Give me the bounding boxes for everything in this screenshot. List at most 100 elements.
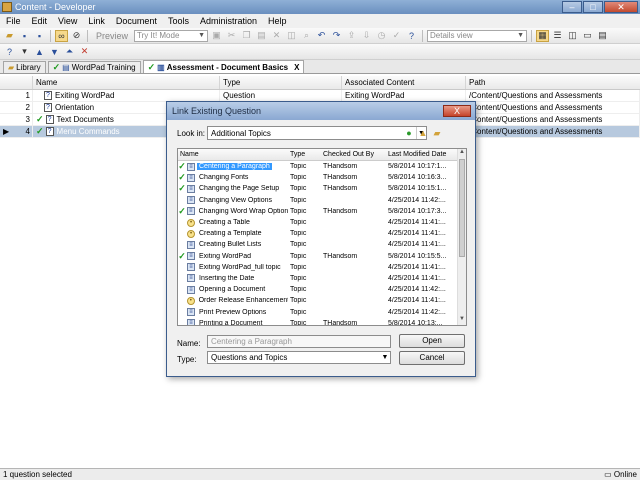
maximize-button[interactable]: □ [583,1,603,13]
menu-help[interactable]: Help [268,16,287,26]
type-cell: Topic [290,230,307,238]
col-header-checked-out-by[interactable]: Checked Out By [321,149,386,160]
lightbulb-icon: • [187,218,195,227]
menu-administration[interactable]: Administration [200,16,257,26]
spell-icon[interactable]: ✓ [390,30,403,42]
properties-icon[interactable]: ◫ [285,30,298,42]
status-text: 1 question selected [3,470,72,479]
checkout-icon[interactable]: ⇩ [360,30,373,42]
list-item[interactable]: ≡ Print Preview Options Topic 4/25/2014 11:… [178,306,466,317]
list-item[interactable]: • Creating a Table Topic 4/25/2014 11:41:..… [178,217,466,228]
help-icon[interactable]: ? [405,30,418,42]
window-icon[interactable]: ▭ [581,30,594,42]
dropdown-arrow-icon[interactable]: ▾ [18,46,31,58]
dialog-close-button[interactable]: X [443,105,471,117]
status-cell: ✓ [178,183,186,194]
copy-icon[interactable]: ❐ [240,30,253,42]
view-combo[interactable]: Details view ▼ [427,29,528,42]
last-modified-cell: 4/25/2014 11:41:... [388,263,446,271]
open-button[interactable]: Open [399,334,465,348]
status-cell: ✓ [178,172,186,183]
topic-icon: ≡ [187,308,195,317]
paste-icon[interactable]: ▤ [255,30,268,42]
new-folder-icon[interactable]: ▰ [432,128,442,138]
cut-icon[interactable]: ✂ [225,30,238,42]
main-toolbar: ▰ ▪ ▪ ∞ ⊘ Preview Try It! Mode ▼ ▣ ✂ ❐ ▤… [0,28,640,44]
scroll-up-icon[interactable]: ▲ [458,149,466,158]
delete-icon[interactable]: ✕ [270,30,283,42]
list-item[interactable]: • Creating a Template Topic 4/25/2014 11:41… [178,228,466,239]
topic-list-scrollbar[interactable]: ▲ ▼ [457,149,466,325]
row-number-cell[interactable]: 1 [0,90,33,101]
mode-combo[interactable]: Try It! Mode ▼ [134,29,209,42]
tab-library[interactable]: ▰ Library [3,61,46,73]
row-number-cell[interactable]: 2 [0,102,33,113]
up-folder-icon[interactable]: ▲ [418,128,428,138]
tab-wordpad-training[interactable]: ✓ ▤ WordPad Training [47,61,141,73]
menu-document[interactable]: Document [116,16,157,26]
list-item[interactable]: ≡ Exiting WordPad_full topic Topic 4/25/201… [178,262,466,273]
toolbar-separator [87,29,88,42]
name-input[interactable]: Centering a Paragraph [207,335,391,348]
unlink-icon[interactable]: ⊘ [70,30,83,42]
menu-tools[interactable]: Tools [168,16,189,26]
list-view-icon[interactable]: ☰ [551,30,564,42]
checked-out-by-cell: THandsom [323,252,358,260]
back-icon[interactable]: ● [404,128,414,138]
history-icon[interactable]: ◷ [375,30,388,42]
list-item[interactable]: ≡ Printing a Document Topic THandsom 5/8/201… [178,318,466,325]
col-header-type[interactable]: Type [288,149,321,160]
scroll-down-icon[interactable]: ▼ [458,316,466,325]
insert-question-icon[interactable]: ? [3,46,16,58]
col-header-name[interactable]: Name [33,76,220,89]
tab-assessment-document-basics[interactable]: ✓ ▥ Assessment - Document Basics X [142,60,305,73]
save-icon[interactable]: ▪ [18,30,31,42]
col-header-last-modified[interactable]: Last Modified Date [386,149,458,160]
topic-icon: ≡ [187,263,195,272]
row-number-cell[interactable]: ▶ 4 [0,126,33,137]
publish-icon[interactable]: ▣ [210,30,223,42]
col-header-path[interactable]: Path [466,76,640,89]
look-in-combo[interactable]: Additional Topics ▼ [207,126,427,140]
minimize-button[interactable]: – [562,1,582,13]
redo-icon[interactable]: ↷ [330,30,343,42]
list-item[interactable]: ≡ Changing View Options Topic 4/25/2014 11:… [178,195,466,206]
close-window-button[interactable]: ✕ [604,1,638,13]
list-item[interactable]: ≡ Inserting the Date Topic 4/25/2014 11:41:… [178,273,466,284]
menu-file[interactable]: File [6,16,21,26]
open-icon[interactable]: ▰ [3,30,16,42]
list-item[interactable]: ≡ Creating Bullet Lists Topic 4/25/2014 11:… [178,239,466,250]
menu-view[interactable]: View [58,16,77,26]
checkin-icon[interactable]: ⇪ [345,30,358,42]
list-item[interactable]: ✓ ≡ Changing Word Wrap Options Topic THandso… [178,206,466,217]
link-icon[interactable]: ∞ [55,29,68,42]
menu-edit[interactable]: Edit [32,16,48,26]
list-item[interactable]: ≡ Opening a Document Topic 4/25/2014 11:42:… [178,284,466,295]
layout-icon[interactable]: ▤ [596,30,609,42]
col-header-name[interactable]: Name [178,149,288,160]
col-header-associated-content[interactable]: Associated Content [342,76,466,89]
find-icon[interactable]: ⌕ [300,30,313,42]
split-view-icon[interactable]: ◫ [566,30,579,42]
list-item[interactable]: • Order Release Enhancements Topic 4/25/201… [178,295,466,306]
list-item[interactable]: ✓ ≡ Changing the Page Setup Topic THandsom 5/… [178,183,466,194]
scroll-thumb[interactable] [459,159,465,257]
name-cell[interactable]: ? Exiting WordPad [33,90,220,101]
move-up-icon[interactable]: ▲ [33,46,46,58]
list-item[interactable]: ✓ ≡ Changing Fonts Topic THandsom 5/8/2014 10… [178,172,466,183]
row-number-cell[interactable]: 3 [0,114,33,125]
close-tab-icon[interactable]: X [294,63,299,72]
undo-icon[interactable]: ↶ [315,30,328,42]
col-header-type[interactable]: Type [220,76,342,89]
list-item[interactable]: ✓ ≡ Exiting WordPad Topic THandsom 5/8/2014 1… [178,251,466,262]
move-down-icon[interactable]: ▼ [48,46,61,58]
remove-icon[interactable]: ✕ [78,46,91,58]
preview-button[interactable]: Preview [92,30,132,42]
details-view-icon[interactable]: ▦ [536,29,550,42]
move-first-icon[interactable]: ⏶ [63,46,76,58]
save-all-icon[interactable]: ▪ [33,30,46,42]
cancel-button[interactable]: Cancel [399,351,465,365]
type-combo[interactable]: Questions and Topics ▼ [207,351,391,364]
list-item[interactable]: ✓ ≡ Centering a Paragraph Topic THandsom 5/8/… [178,161,466,172]
menu-link[interactable]: Link [88,16,105,26]
